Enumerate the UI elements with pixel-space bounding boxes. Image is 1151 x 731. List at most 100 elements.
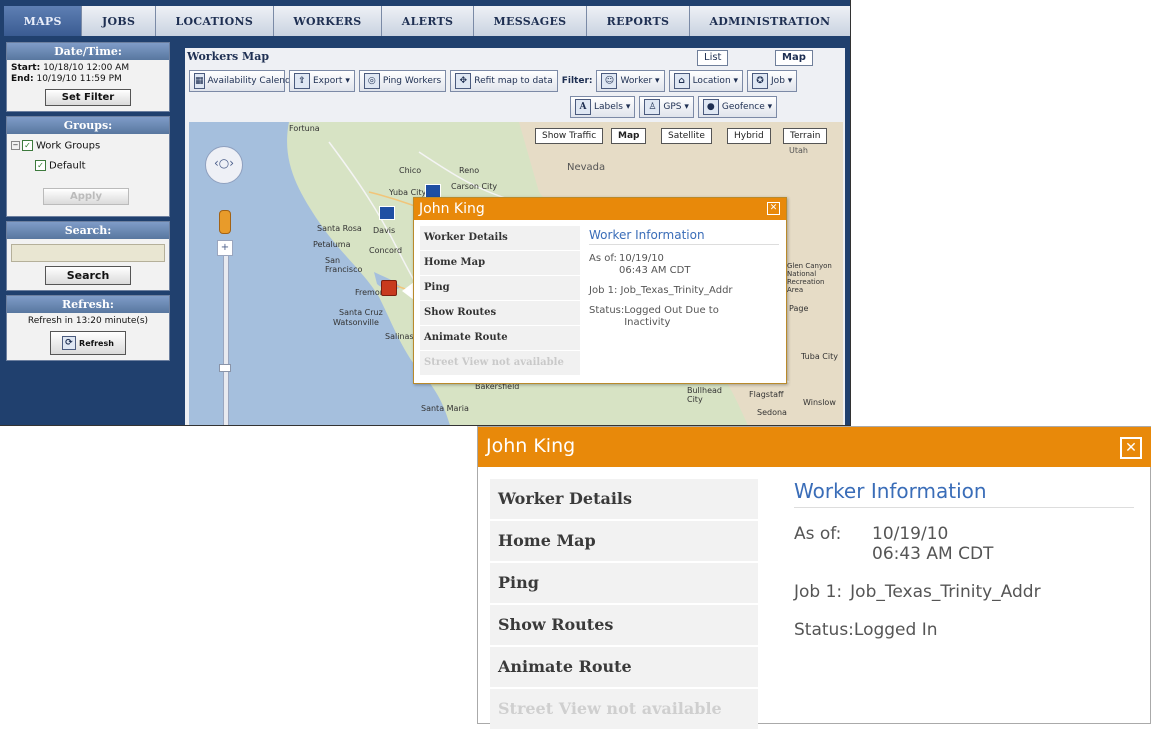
map-label-utah: Utah <box>789 146 808 155</box>
street-view-unavailable: Street View not available <box>490 689 758 731</box>
map-type-satellite[interactable]: Satellite <box>661 128 712 144</box>
location-icon: ⌂ <box>673 73 690 89</box>
map-type-hybrid[interactable]: Hybrid <box>727 128 771 144</box>
tab-workers[interactable]: WORKERS <box>273 6 383 36</box>
refit-icon: ✥ <box>455 73 472 89</box>
map-type-map[interactable]: Map <box>611 128 647 144</box>
map-label-santamaria: Santa Maria <box>421 404 469 413</box>
tab-list[interactable]: List <box>697 50 729 66</box>
set-filter-button[interactable]: Set Filter <box>45 89 131 106</box>
map-label-santacruz: Santa Cruz <box>339 308 383 317</box>
datetime-title: Date/Time: <box>7 43 169 60</box>
tab-administration[interactable]: ADMINISTRATION <box>689 6 850 36</box>
job-filter-label: Job ▾ <box>771 76 793 86</box>
tab-reports[interactable]: REPORTS <box>587 6 690 36</box>
worker-name: John King <box>486 435 576 457</box>
search-input[interactable] <box>11 244 165 262</box>
street-view-pegman-icon[interactable] <box>219 210 231 234</box>
export-button[interactable]: ⇪ Export ▾ <box>289 70 355 92</box>
job-value: Job_Texas_Trinity_Addr <box>620 285 733 296</box>
worker-info: Worker Information As of: 10/19/10 06:43 … <box>589 228 779 337</box>
refresh-title: Refresh: <box>7 296 169 313</box>
search-button[interactable]: Search <box>45 266 131 285</box>
as-of-time: 06:43 AM CDT <box>619 265 691 276</box>
geofence-icon: ● <box>702 99 719 115</box>
labels-label: Labels ▾ <box>594 102 631 112</box>
map-label-bullhead: Bullhead City <box>687 386 722 404</box>
close-icon[interactable]: ✕ <box>1120 437 1142 459</box>
checkbox-checked-icon[interactable]: ✓ <box>22 140 33 151</box>
start-value: 10/18/10 12:00 AM <box>43 63 130 73</box>
map-label-concord: Concord <box>369 246 403 255</box>
status-value: Logged Out Due to Inactivity <box>624 305 719 328</box>
street-view-unavailable: Street View not available <box>420 351 580 376</box>
animate-route-link[interactable]: Animate Route <box>490 647 758 689</box>
zoom-slider[interactable] <box>223 242 229 425</box>
worker-popup-large: John King ✕ Worker Details Home Map Ping… <box>477 426 1151 731</box>
job-label: Job 1: <box>589 285 618 296</box>
worker-name: John King <box>419 201 485 217</box>
show-routes-link[interactable]: Show Routes <box>420 301 580 326</box>
animate-route-link[interactable]: Animate Route <box>420 326 580 351</box>
collapse-icon[interactable]: − <box>11 141 20 150</box>
apply-button[interactable]: Apply <box>43 188 129 205</box>
map-label-chico: Chico <box>399 166 422 175</box>
tab-maps[interactable]: MAPS <box>4 6 83 36</box>
map-type-terrain[interactable]: Terrain <box>783 128 828 144</box>
map-label-watsonville: Watsonville <box>333 318 379 327</box>
show-traffic-button[interactable]: Show Traffic <box>535 128 604 144</box>
work-groups-label: Work Groups <box>36 140 101 152</box>
refresh-button[interactable]: ⟳ Refresh <box>50 331 126 355</box>
zoom-in-icon[interactable]: + <box>217 240 233 256</box>
ping-workers-button[interactable]: ◎ Ping Workers <box>358 70 447 92</box>
map-label-sanfrancisco: San Francisco <box>325 256 363 274</box>
tab-map[interactable]: Map <box>775 50 813 66</box>
map-label-glencanyon: Glen Canyon National Recreation Area <box>787 262 832 294</box>
popup-header: John King ✕ <box>414 198 786 220</box>
export-label: Export ▾ <box>313 76 350 86</box>
gps-button[interactable]: ♙ GPS ▾ <box>639 96 694 118</box>
search-title: Search: <box>7 222 169 239</box>
tab-messages[interactable]: MESSAGES <box>473 6 588 36</box>
worker-details-link[interactable]: Worker Details <box>490 479 758 521</box>
labels-button[interactable]: A Labels ▾ <box>570 96 636 118</box>
job-filter-button[interactable]: ✪ Job ▾ <box>747 70 798 92</box>
worker-filter-label: Worker ▾ <box>620 76 660 86</box>
page-title: Workers Map <box>187 50 270 63</box>
ping-link[interactable]: Ping <box>490 563 758 605</box>
worker-popup-small: John King ✕ Worker Details Home Map Ping… <box>413 197 787 384</box>
close-icon[interactable]: ✕ <box>767 202 780 215</box>
worker-marker-icon[interactable] <box>381 280 397 296</box>
interstate-shield-icon <box>425 184 441 198</box>
show-routes-link[interactable]: Show Routes <box>490 605 758 647</box>
ping-link[interactable]: Ping <box>420 276 580 301</box>
home-map-link[interactable]: Home Map <box>420 251 580 276</box>
pan-arrows-icon: ‹○› <box>214 156 235 170</box>
as-of-date: 10/19/10 <box>872 524 949 544</box>
tab-locations[interactable]: LOCATIONS <box>155 6 274 36</box>
home-map-link[interactable]: Home Map <box>490 521 758 563</box>
geofence-button[interactable]: ● Geofence ▾ <box>697 96 778 118</box>
refit-map-button[interactable]: ✥ Refit map to data <box>450 70 558 92</box>
worker-details-link[interactable]: Worker Details <box>420 226 580 251</box>
as-of-time: 06:43 AM CDT <box>872 544 994 564</box>
availability-calendar-button[interactable]: ▦ Availability Calendar <box>189 70 300 92</box>
worker-filter-button[interactable]: ☺ Worker ▾ <box>596 70 665 92</box>
start-label: Start: <box>11 63 41 73</box>
map-label-davis: Davis <box>373 226 396 235</box>
tab-jobs[interactable]: JOBS <box>82 6 156 36</box>
map-toolbar: ▦ Availability Calendar ⇪ Export ▾ ◎ Ping W… <box>189 68 843 94</box>
tab-alerts[interactable]: ALERTS <box>382 6 474 36</box>
status-label: Status: <box>794 620 854 640</box>
map-label-petaluma: Petaluma <box>313 240 351 249</box>
map-label-yuba: Yuba City <box>389 188 427 197</box>
worker-info-title: Worker Information <box>794 479 1134 508</box>
location-filter-button[interactable]: ⌂ Location ▾ <box>668 70 744 92</box>
export-icon: ⇪ <box>294 73 310 89</box>
map-pan-control[interactable]: ‹○› <box>205 146 243 184</box>
gps-icon: ♙ <box>644 99 661 115</box>
map-label-flagstaff: Flagstaff <box>749 390 784 399</box>
checkbox-checked-icon[interactable]: ✓ <box>35 159 46 171</box>
refresh-panel: Refresh: Refresh in 13:20 minute(s) ⟳ Re… <box>6 295 170 361</box>
zoom-handle[interactable] <box>219 364 231 372</box>
